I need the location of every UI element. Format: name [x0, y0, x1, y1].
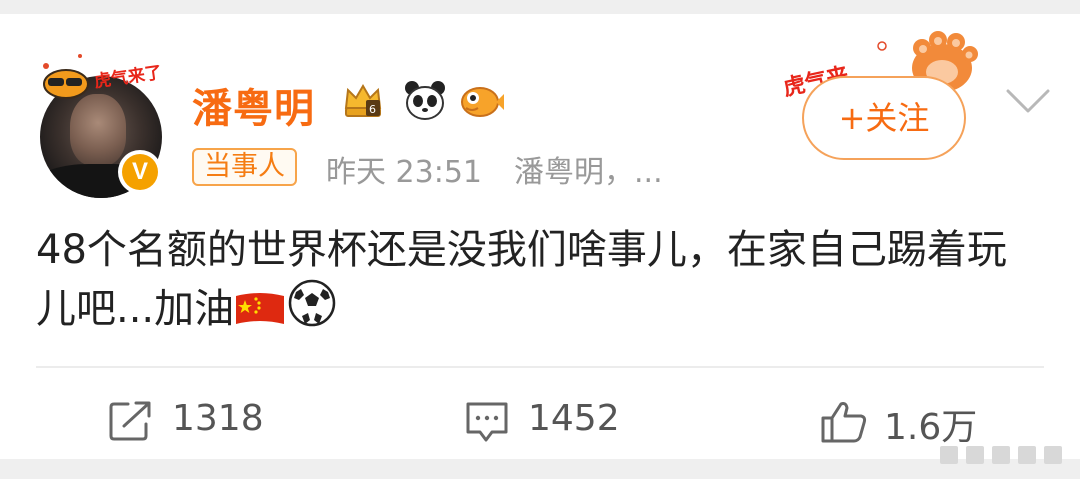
username[interactable]: 潘粤明	[192, 76, 315, 134]
panda-badge-icon[interactable]	[402, 78, 448, 124]
svg-text:6: 6	[369, 103, 376, 116]
thumbs-up-icon	[821, 402, 867, 443]
party-tag: 当事人	[192, 148, 297, 186]
verified-badge: V	[118, 150, 162, 194]
post-text: 48个名额的世界杯还是没我们啥事儿，在家自己踢着玩儿吧...加油	[36, 227, 1007, 332]
post-source: 潘粤明，...	[514, 155, 663, 190]
china-flag-icon	[236, 293, 285, 324]
post-time: 昨天 23:51	[326, 155, 482, 190]
fish-badge-icon[interactable]	[458, 78, 504, 124]
follow-button[interactable]: +关注	[802, 76, 966, 160]
svg-text:虎气来了: 虎气来了	[93, 62, 163, 92]
soccer-ball-icon	[288, 279, 336, 327]
repost-count: 1318	[172, 398, 264, 439]
weibo-post-card: 虎气来了 V 潘粤明 6 当事人 昨天 23:51 潘粤明，... 虎气来 +关…	[0, 14, 1080, 459]
divider	[36, 366, 1044, 368]
comment-icon	[466, 402, 508, 442]
repost-icon	[109, 401, 151, 441]
chevron-down-icon[interactable]	[1006, 88, 1050, 114]
tiger-sticker-icon: 虎气来了	[43, 54, 163, 99]
post-body: 48个名额的世界杯还是没我们啥事儿，在家自己踢着玩儿吧...加油	[36, 222, 1046, 337]
watermark-icon	[940, 446, 1062, 464]
repost-button[interactable]: 1318	[108, 394, 268, 450]
comment-count: 1452	[528, 398, 620, 439]
comment-button[interactable]: 1452	[464, 394, 634, 450]
avatar-group[interactable]: 虎气来了 V	[38, 44, 166, 198]
crown-badge-icon[interactable]: 6	[340, 78, 386, 124]
